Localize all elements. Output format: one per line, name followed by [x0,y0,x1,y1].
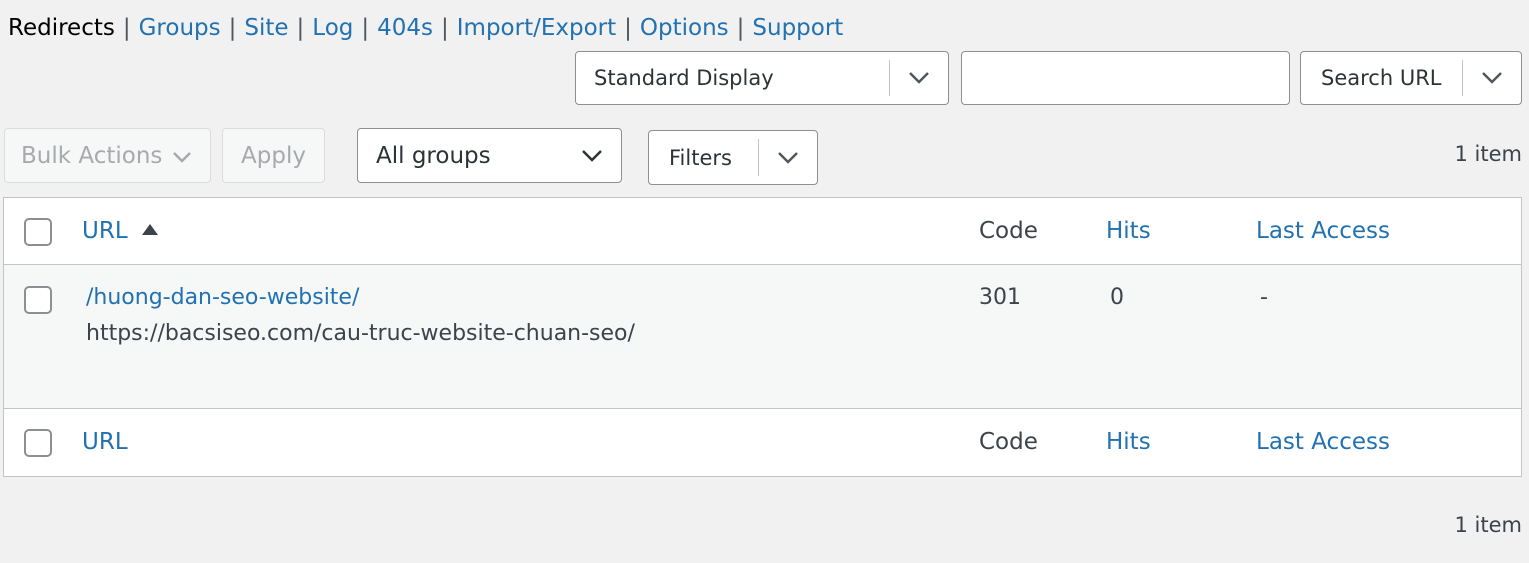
row-checkbox[interactable] [24,286,52,314]
last-access-value: - [1260,285,1268,310]
item-count-top: 1 item [1454,142,1522,166]
search-input[interactable] [961,51,1290,105]
search-mode-value: Search URL [1321,66,1442,90]
chevron-down-icon [172,143,192,169]
apply-label: Apply [241,142,306,169]
nav-404s[interactable]: 404s [377,15,433,41]
search-mode-select[interactable]: Search URL [1300,51,1522,105]
column-url-footer[interactable]: URL [82,429,128,455]
sort-ascending-icon [141,224,158,235]
chevron-down-icon [759,151,817,165]
nav-support[interactable]: Support [752,15,843,41]
nav-log[interactable]: Log [312,15,353,41]
table-footer: URL Code Hits Last Access [4,410,1521,476]
column-url-header[interactable]: URL [82,218,158,244]
nav-site[interactable]: Site [244,15,288,41]
column-hits-header[interactable]: Hits [1106,218,1151,244]
select-all-checkbox-footer[interactable] [24,429,52,457]
nav-redirects[interactable]: Redirects [8,15,115,41]
nav-separator: | [361,15,370,41]
nav-separator: | [624,15,632,41]
nav-separator: | [228,15,237,41]
column-code-footer: Code [979,429,1038,455]
nav-groups[interactable]: Groups [139,15,221,41]
chevron-down-icon [1463,71,1521,85]
select-all-checkbox[interactable] [24,218,52,246]
display-select[interactable]: Standard Display [575,51,949,105]
column-last-access-footer[interactable]: Last Access [1256,429,1390,455]
nav-separator: | [441,15,449,41]
source-url-link[interactable]: /huong-dan-seo-website/ [86,285,359,310]
table-header: URL Code Hits Last Access [4,198,1521,265]
hit-count: 0 [1110,285,1124,310]
group-select-value: All groups [376,142,491,169]
apply-button[interactable]: Apply [222,128,325,183]
subsubsub-nav: Redirects | Groups | Site | Log | 404s | Import/Ex… [8,12,843,44]
table-row: /huong-dan-seo-website/ https://bacsiseo… [4,265,1521,409]
nav-separator: | [296,15,305,41]
item-count-bottom: 1 item [1454,513,1522,537]
filters-label: Filters [669,145,732,170]
group-select[interactable]: All groups [357,128,622,183]
column-hits-footer[interactable]: Hits [1106,429,1151,455]
redirects-table: URL Code Hits Last Access /huong-dan-seo… [3,197,1522,477]
column-url-label: URL [82,218,128,244]
bulk-actions-select[interactable]: Bulk Actions [4,128,211,183]
nav-options[interactable]: Options [640,15,729,41]
chevron-down-icon [890,71,948,85]
column-code-header: Code [979,218,1038,244]
chevron-down-icon [563,149,621,163]
display-select-value: Standard Display [594,66,774,90]
filters-button[interactable]: Filters [648,130,818,185]
target-url: https://bacsiseo.com/cau-truc-website-ch… [86,321,635,346]
nav-separator: | [122,15,131,41]
nav-import-export[interactable]: Import/Export [457,15,616,41]
column-last-access-header[interactable]: Last Access [1256,218,1390,244]
nav-separator: | [736,15,745,41]
redirect-code: 301 [979,285,1021,310]
bulk-actions-label: Bulk Actions [21,142,163,169]
